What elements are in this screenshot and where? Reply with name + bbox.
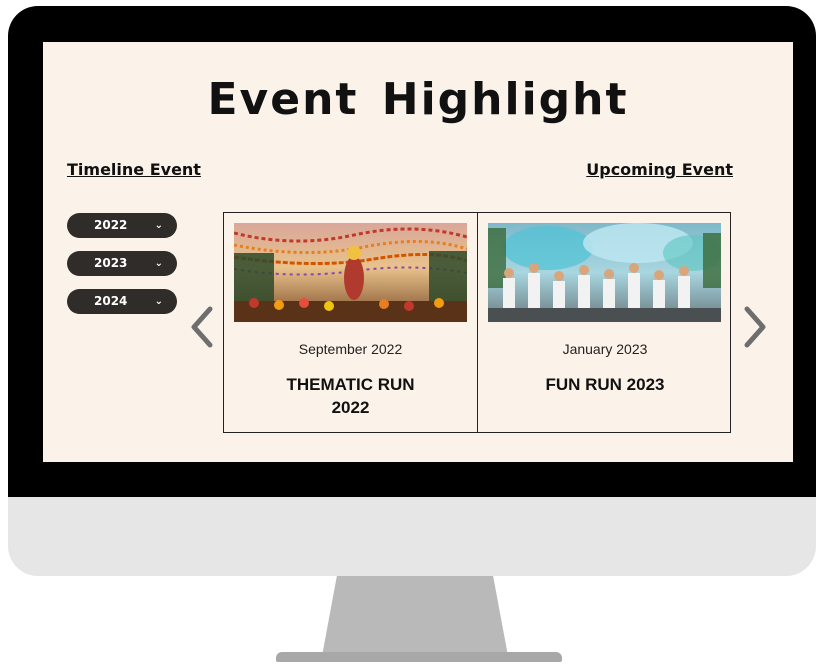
chevron-down-icon: ⌄ <box>154 296 163 307</box>
year-label: 2024 <box>94 294 128 308</box>
monitor: Event Highlight Timeline Event Upcoming … <box>8 6 816 576</box>
chevron-down-icon: ⌄ <box>154 258 163 269</box>
next-button[interactable] <box>742 306 768 348</box>
event-title-line: FUN RUN 2023 <box>545 375 665 394</box>
event-card[interactable]: September 2022 THEMATIC RUN 2022 <box>224 213 478 432</box>
prev-button[interactable] <box>189 306 215 348</box>
event-title-line: 2022 <box>331 398 370 417</box>
timeline-event-link[interactable]: Timeline Event <box>67 160 201 179</box>
year-select-2024[interactable]: 2024 ⌄ <box>67 289 177 314</box>
chevron-right-icon <box>744 306 766 348</box>
year-label: 2023 <box>94 256 128 270</box>
page-title: Event Highlight <box>207 74 629 125</box>
event-title-line: THEMATIC RUN <box>286 375 415 394</box>
monitor-bezel: Event Highlight Timeline Event Upcoming … <box>8 6 816 497</box>
monitor-stand-base <box>276 652 562 662</box>
year-select-2022[interactable]: 2022 ⌄ <box>67 213 177 238</box>
color-run-photo <box>488 223 721 322</box>
event-date: January 2023 <box>562 341 648 357</box>
event-card[interactable]: January 2023 FUN RUN 2023 <box>478 213 732 432</box>
event-title: FUN RUN 2023 <box>478 373 732 396</box>
year-select-2023[interactable]: 2023 ⌄ <box>67 251 177 276</box>
screen: Event Highlight Timeline Event Upcoming … <box>43 42 793 462</box>
event-date: September 2022 <box>298 341 403 357</box>
event-title: THEMATIC RUN 2022 <box>224 373 477 419</box>
year-label: 2022 <box>94 218 128 232</box>
chevron-left-icon <box>191 306 213 348</box>
festival-parade-photo <box>234 223 467 322</box>
upcoming-event-link[interactable]: Upcoming Event <box>586 160 733 179</box>
event-carousel: September 2022 THEMATIC RUN 2022 January… <box>223 212 731 433</box>
chevron-down-icon: ⌄ <box>154 220 163 231</box>
monitor-stand <box>322 576 508 656</box>
